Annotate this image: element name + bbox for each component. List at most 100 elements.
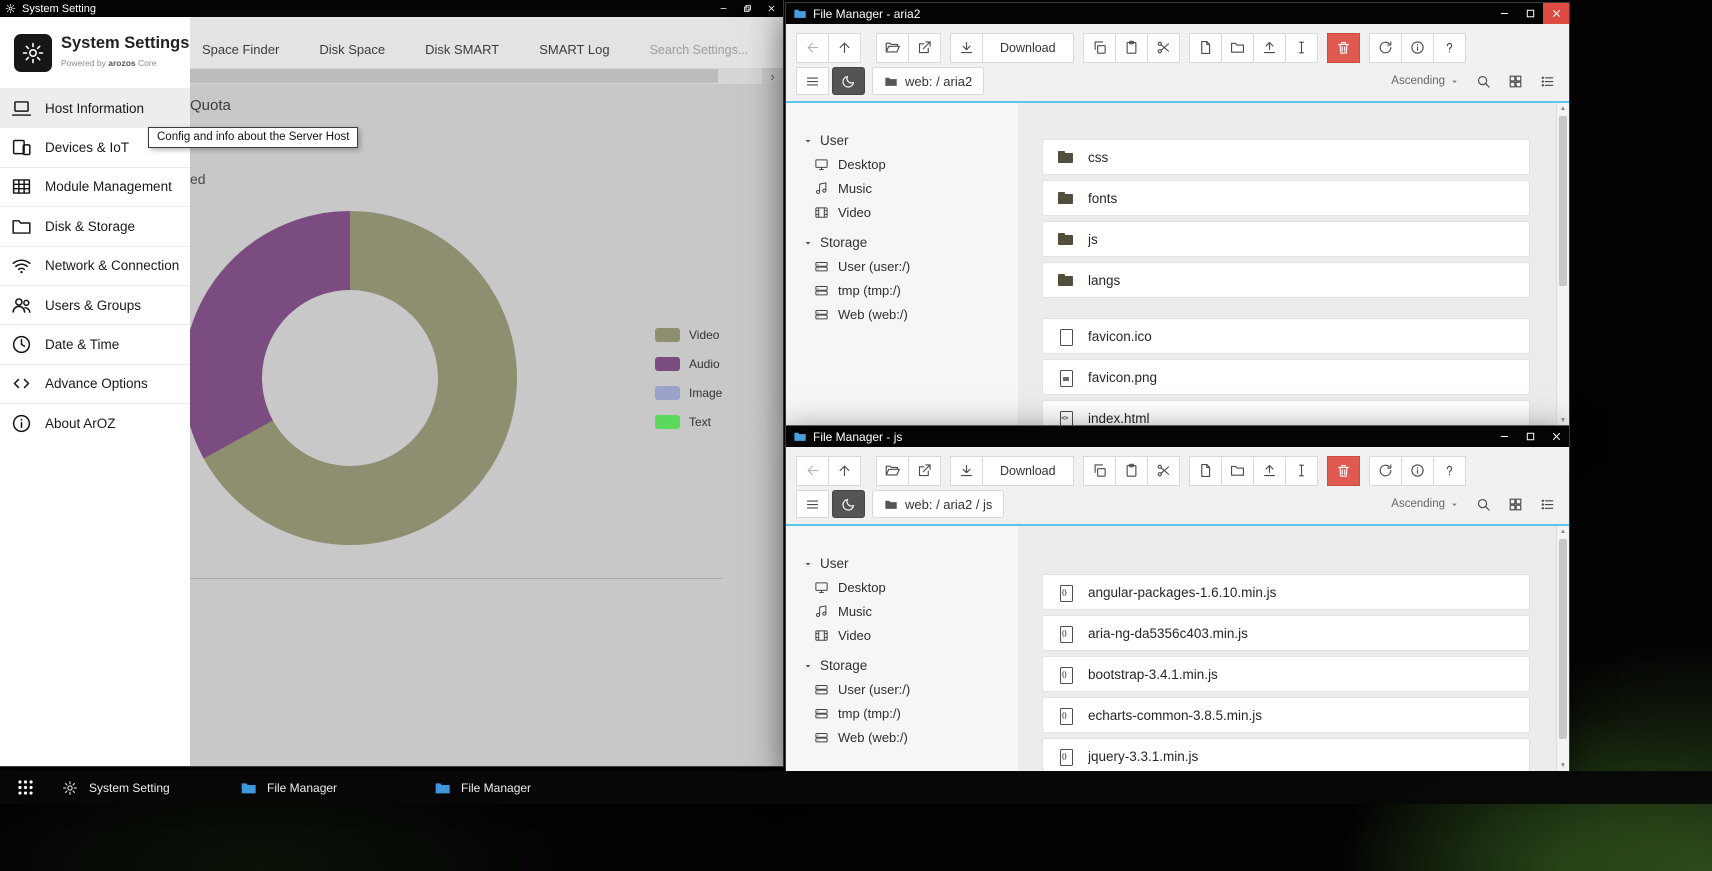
- back-button[interactable]: [796, 456, 829, 486]
- legend-item[interactable]: Text: [655, 415, 722, 429]
- app-launcher-button[interactable]: [7, 771, 43, 804]
- minimize-button[interactable]: [1491, 426, 1517, 447]
- tree-item-tmp-drive[interactable]: tmp (tmp:/): [814, 701, 1018, 725]
- tree-item-video[interactable]: Video: [814, 623, 1018, 647]
- download-icon-button[interactable]: [950, 33, 983, 63]
- sidebar-item-advance-options[interactable]: Advance Options: [0, 364, 190, 403]
- cut-button[interactable]: [1147, 33, 1180, 63]
- titlebar[interactable]: File Manager - js: [786, 426, 1569, 447]
- titlebar[interactable]: File Manager - aria2: [786, 3, 1569, 24]
- file-row[interactable]: echarts-common-3.8.5.min.js: [1042, 697, 1530, 733]
- titlebar[interactable]: System Setting: [0, 0, 783, 17]
- upload-button[interactable]: [1253, 33, 1286, 63]
- maximize-button[interactable]: [1517, 3, 1543, 24]
- file-row[interactable]: langs: [1042, 262, 1530, 298]
- scroll-up-icon[interactable]: [1557, 105, 1569, 112]
- search-settings-input[interactable]: [650, 43, 778, 57]
- sidebar-item-about-aroz[interactable]: About ArOZ: [0, 403, 190, 442]
- tree-item-web-drive[interactable]: Web (web:/): [814, 302, 1018, 326]
- grid-view-button[interactable]: [1508, 74, 1523, 89]
- up-button[interactable]: [828, 33, 861, 63]
- scrollbar[interactable]: [1556, 526, 1569, 771]
- scrollbar[interactable]: [1556, 103, 1569, 426]
- open-button[interactable]: [876, 456, 909, 486]
- paste-button[interactable]: [1115, 33, 1148, 63]
- download-button[interactable]: Download: [982, 456, 1074, 486]
- tree-item-user-drive[interactable]: User (user:/): [814, 677, 1018, 701]
- tree-item-desktop[interactable]: Desktop: [814, 575, 1018, 599]
- sort-order-select[interactable]: Ascending: [1391, 75, 1459, 87]
- rename-button[interactable]: [1285, 33, 1318, 63]
- tree-item-video[interactable]: Video: [814, 200, 1018, 224]
- tree-item-desktop[interactable]: Desktop: [814, 152, 1018, 176]
- tree-item-user-drive[interactable]: User (user:/): [814, 254, 1018, 278]
- delete-button[interactable]: [1327, 33, 1360, 63]
- close-button[interactable]: [1543, 426, 1569, 447]
- close-button[interactable]: [1543, 3, 1569, 24]
- search-button[interactable]: [1476, 74, 1491, 89]
- sort-order-select[interactable]: Ascending: [1391, 498, 1459, 510]
- tree-group-storage[interactable]: Storage: [803, 231, 1018, 254]
- tab-smart-log[interactable]: SMART Log: [539, 42, 609, 57]
- open-in-new-window-button[interactable]: [908, 456, 941, 486]
- tree-group-user[interactable]: User: [803, 129, 1018, 152]
- tree-group-storage[interactable]: Storage: [803, 654, 1018, 677]
- file-row[interactable]: bootstrap-3.4.1.min.js: [1042, 656, 1530, 692]
- tree-item-music[interactable]: Music: [814, 599, 1018, 623]
- cut-button[interactable]: [1147, 456, 1180, 486]
- download-icon-button[interactable]: [950, 456, 983, 486]
- help-button[interactable]: [1433, 33, 1466, 63]
- copy-button[interactable]: [1083, 33, 1116, 63]
- scroll-right-arrow-icon[interactable]: [762, 68, 783, 84]
- file-row[interactable]: angular-packages-1.6.10.min.js: [1042, 574, 1530, 610]
- properties-button[interactable]: [1401, 33, 1434, 63]
- delete-button[interactable]: [1327, 456, 1360, 486]
- back-button[interactable]: [796, 33, 829, 63]
- scrollbar-thumb[interactable]: [1559, 539, 1567, 739]
- taskbar-item-system-setting[interactable]: System Setting: [52, 771, 180, 804]
- new-file-button[interactable]: [1189, 33, 1222, 63]
- sidebar-item-date-time[interactable]: Date & Time: [0, 324, 190, 363]
- download-button[interactable]: Download: [982, 33, 1074, 63]
- search-button[interactable]: [1476, 497, 1491, 512]
- taskbar-item-file-manager-2[interactable]: File Manager: [424, 771, 541, 804]
- paste-button[interactable]: [1115, 456, 1148, 486]
- breadcrumb[interactable]: web: / aria2: [872, 67, 984, 95]
- scroll-up-icon[interactable]: [1557, 528, 1569, 535]
- file-row[interactable]: css: [1042, 139, 1530, 175]
- taskbar-item-file-manager-1[interactable]: File Manager: [230, 771, 347, 804]
- menu-button[interactable]: [796, 490, 829, 518]
- tree-item-web-drive[interactable]: Web (web:/): [814, 725, 1018, 749]
- upload-button[interactable]: [1253, 456, 1286, 486]
- properties-button[interactable]: [1401, 456, 1434, 486]
- open-in-new-window-button[interactable]: [908, 33, 941, 63]
- file-row[interactable]: fonts: [1042, 180, 1530, 216]
- sidebar-item-module-management[interactable]: Module Management: [0, 167, 190, 206]
- help-button[interactable]: [1433, 456, 1466, 486]
- grid-view-button[interactable]: [1508, 497, 1523, 512]
- legend-item[interactable]: Image: [655, 386, 722, 400]
- legend-item[interactable]: Audio: [655, 357, 722, 371]
- sidebar-item-host-information[interactable]: Host Information: [0, 88, 190, 127]
- list-view-button[interactable]: [1540, 497, 1555, 512]
- sidebar-item-users-groups[interactable]: Users & Groups: [0, 285, 190, 324]
- file-row[interactable]: aria-ng-da5356c403.min.js: [1042, 615, 1530, 651]
- new-folder-button[interactable]: [1221, 33, 1254, 63]
- close-button[interactable]: [759, 0, 783, 17]
- file-row[interactable]: jquery-3.3.1.min.js: [1042, 738, 1530, 771]
- legend-item[interactable]: Video: [655, 328, 722, 342]
- scrollbar-thumb[interactable]: [190, 69, 718, 83]
- scroll-down-icon[interactable]: [1557, 417, 1569, 424]
- scroll-down-icon[interactable]: [1557, 762, 1569, 769]
- open-button[interactable]: [876, 33, 909, 63]
- dark-mode-toggle[interactable]: [832, 67, 865, 95]
- scrollbar-thumb[interactable]: [1559, 116, 1567, 286]
- minimize-button[interactable]: [1491, 3, 1517, 24]
- tabs-scrollbar[interactable]: [190, 68, 783, 84]
- restore-button[interactable]: [735, 0, 759, 17]
- new-folder-button[interactable]: [1221, 456, 1254, 486]
- breadcrumb[interactable]: web: / aria2 / js: [872, 490, 1004, 518]
- maximize-button[interactable]: [1517, 426, 1543, 447]
- rename-button[interactable]: [1285, 456, 1318, 486]
- tab-disk-space[interactable]: Disk Space: [319, 42, 385, 57]
